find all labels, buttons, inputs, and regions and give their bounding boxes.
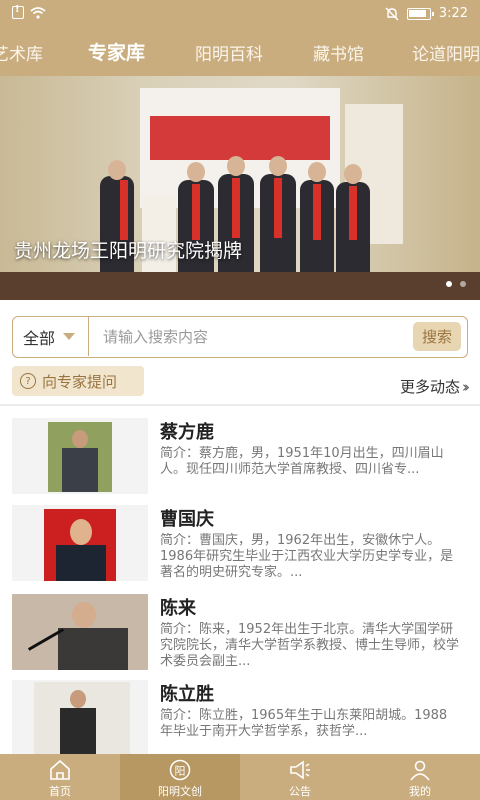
carousel-indicator [446, 281, 466, 287]
banner-carousel[interactable]: 贵州龙场王阳明研究院揭牌 [0, 76, 480, 300]
search-bar: 全部 搜索 [12, 316, 468, 358]
mute-bell-icon [385, 7, 399, 20]
tab-discuss-yangming[interactable]: 论道阳明 [412, 40, 480, 65]
expert-photo [12, 680, 148, 756]
tab-yangming-encyclopedia[interactable]: 阳明百科 [195, 40, 263, 65]
tab-art-library[interactable]: 艺术库 [0, 40, 43, 65]
bottom-nav: 首页 阳 阳明文创 公告 我的 [0, 754, 480, 800]
search-input[interactable] [103, 326, 403, 348]
battery-icon [406, 7, 434, 20]
notification-icon [12, 4, 24, 19]
expert-name: 曹国庆 [160, 509, 214, 530]
expert-description: 简介：曹国庆，男，1962年出生，安徽休宁人。1986年研究生毕业于江西农业大学… [160, 533, 454, 580]
expert-list-item[interactable]: 曹国庆 简介：曹国庆，男，1962年出生，安徽休宁人。1986年研究生毕业于江西… [0, 505, 480, 585]
nav-yangming-creative[interactable]: 阳 阳明文创 [120, 754, 240, 800]
carousel-dot [460, 281, 466, 287]
carousel-dot-active [446, 281, 452, 287]
circle-yang-icon: 阳 [169, 759, 191, 781]
nav-yangming-creative-label: 阳明文创 [158, 785, 202, 798]
expert-description: 简介：蔡方鹿，男，1951年10月出生，四川眉山人。现任四川师范大学首席教授、四… [160, 446, 444, 477]
tab-book-collection[interactable]: 藏书馆 [313, 40, 364, 65]
svg-text:阳: 阳 [175, 765, 186, 778]
nav-mine[interactable]: 我的 [360, 754, 480, 800]
more-updates-link[interactable]: 更多动态 ›› [399, 376, 470, 397]
expert-photo [12, 594, 148, 670]
ask-expert-button[interactable]: ? 向专家提问 [12, 366, 144, 396]
wifi-icon [30, 6, 46, 19]
tab-expert-library[interactable]: 专家库 [88, 38, 145, 65]
expert-photo [12, 505, 148, 581]
user-icon [410, 760, 430, 781]
ask-expert-label: 向专家提问 [42, 372, 118, 391]
nav-mine-label: 我的 [409, 785, 431, 798]
expert-name: 蔡方鹿 [160, 422, 214, 443]
megaphone-icon [290, 760, 310, 780]
expert-list-item[interactable]: 陈来 简介：陈来，1952年出生于北京。清华大学国学研究院院长，清华大学哲学系教… [0, 594, 480, 674]
top-tab-bar: 艺术库 专家库 阳明百科 藏书馆 论道阳明 [0, 28, 480, 76]
search-button[interactable]: 搜索 [413, 322, 461, 351]
nav-home[interactable]: 首页 [0, 754, 120, 800]
nav-announcement-label: 公告 [289, 785, 311, 798]
dropdown-caret-icon [63, 333, 76, 340]
nav-announcement[interactable]: 公告 [240, 754, 360, 800]
expert-description: 简介：陈来，1952年出生于北京。清华大学国学研究院院长，清华大学哲学系教授、博… [160, 622, 460, 669]
divider [0, 404, 480, 406]
status-time: 3:22 [438, 6, 468, 21]
home-icon [50, 759, 70, 780]
expert-photo [12, 418, 148, 494]
expert-list-item[interactable]: 陈立胜 简介：陈立胜，1965年生于山东莱阳胡城。1988年毕业于南开大学哲学系… [0, 680, 480, 760]
status-left [12, 4, 46, 19]
search-scope-label: 全部 [23, 328, 56, 348]
expert-description: 简介：陈立胜，1965年生于山东莱阳胡城。1988年毕业于南开大学哲学系，获哲学… [160, 708, 448, 739]
banner-caption[interactable]: 贵州龙场王阳明研究院揭牌 [14, 236, 242, 263]
double-chevron-right-icon: ›› [462, 377, 470, 396]
expert-list-item[interactable]: 蔡方鹿 简介：蔡方鹿，男，1951年10月出生，四川眉山人。现任四川师范大学首席… [0, 418, 480, 498]
question-icon: ? [20, 373, 36, 389]
search-scope-dropdown[interactable]: 全部 [13, 317, 89, 356]
expert-name: 陈立胜 [160, 684, 214, 705]
nav-home-label: 首页 [49, 785, 71, 798]
expert-name: 陈来 [160, 598, 196, 619]
status-right: 3:22 [385, 6, 468, 21]
more-updates-label: 更多动态 [399, 378, 460, 396]
status-bar: 3:22 [0, 0, 480, 28]
